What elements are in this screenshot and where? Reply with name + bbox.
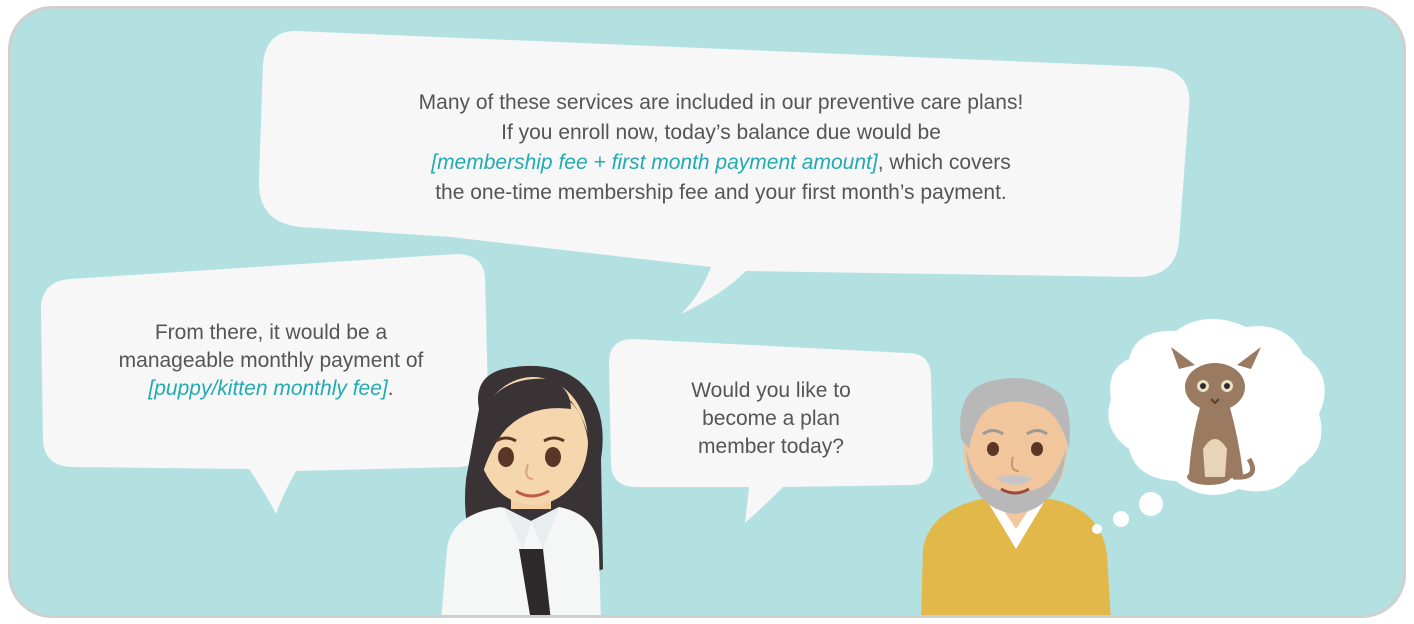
top-bubble-line-3: [membership fee + first month payment am… [311,148,1131,178]
top-bubble-line-1: Many of these services are included in o… [418,91,1024,114]
middle-bubble-line-3: member today? [698,435,844,458]
middle-bubble-line-2: become a plan [702,407,840,430]
top-bubble-line-4: the one-time membership fee and your fir… [435,181,1007,204]
scene-panel: Many of these services are included in o… [8,6,1406,618]
left-bubble-line-3-rest: . [387,377,394,400]
membership-fee-placeholder: [membership fee + first month payment am… [431,151,878,174]
left-bubble-line-3: [puppy/kitten monthly fee]. [71,375,471,403]
top-bubble-line-2: If you enroll now, today’s balance due w… [501,121,941,144]
older-man-icon [921,377,1111,615]
top-bubble-line-3-rest: , which covers [877,151,1011,174]
middle-bubble-line-1: Would you like to [691,379,851,402]
monthly-fee-placeholder: [puppy/kitten monthly fee] [148,377,388,400]
left-bubble-line-2: manageable monthly payment of [118,349,424,372]
top-bubble-text: Many of these services are included in o… [311,88,1131,208]
left-bubble-line-1: From there, it would be a [154,321,388,344]
middle-bubble-text: Would you like to become a plan member t… [631,377,911,461]
left-bubble-text: From there, it would be a manageable mon… [71,319,471,403]
